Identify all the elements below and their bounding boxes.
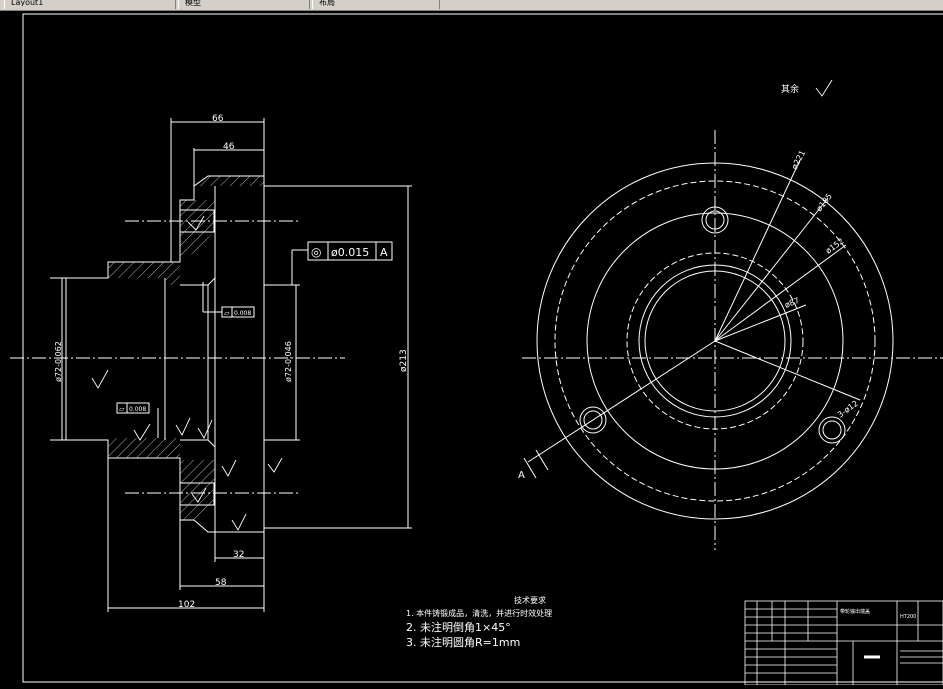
front-dimensions: ø221 ø185 ø152 ø87 3-ø12 A (518, 149, 860, 481)
hatch-body-top (108, 262, 180, 285)
tab-label: 模型 (185, 0, 201, 6)
dim-dia72-left: ø72-0.062 (54, 341, 63, 382)
roughness-note: 其余 (781, 83, 799, 95)
flatness-frame-1: ⏥ 0.008 (221, 306, 255, 318)
tech-line-2: 2. 未注明倒角1×45° (406, 620, 511, 634)
concentricity-icon: ◎ (311, 245, 321, 259)
title-block-text: 带轮输出端盖 HT200 (840, 608, 916, 620)
tolerance-frame: ◎ ø0.015 A (307, 241, 393, 261)
section-dimensions: 66 46 32 58 102 ø213 ø72-0.062 ø72-0.046 (54, 114, 409, 610)
part-outline (61, 175, 265, 533)
tolerance-datum: A (380, 246, 388, 259)
tab-label: 布局 (319, 0, 335, 6)
layout-tab-bar: Layout1 模型 布局 (0, 0, 943, 11)
dim-32: 32 (233, 550, 244, 560)
hatch-flange-mid (180, 200, 215, 262)
dim-66: 66 (212, 114, 224, 124)
tech-line-1: 1. 本件铸锻成品，清洗，并进行时效处理 (406, 608, 552, 618)
tab-model[interactable]: 模型 (178, 0, 310, 9)
bolt-hole-right-inner (822, 420, 842, 440)
tech-line-3: 3. 未注明圆角R=1mm (406, 635, 520, 649)
flatness-value: 0.008 (234, 310, 251, 317)
drawing-border (22, 13, 943, 683)
dim-dia72-right: ø72-0.046 (284, 341, 293, 382)
flatness-value: 0.008 (129, 406, 146, 413)
part-name: 带轮输出端盖 (840, 608, 870, 615)
tab-label: Layout1 (11, 0, 44, 6)
roughness-other-icon (815, 79, 833, 97)
drawing-canvas[interactable]: 66 46 32 58 102 ø213 ø72-0.062 ø72-0.046… (0, 11, 943, 686)
section-view (10, 118, 412, 612)
dim-dia213: ø213 (399, 349, 409, 372)
tolerance-value: ø0.015 (331, 246, 369, 259)
flatness-icon: ⏥ (119, 405, 125, 413)
cad-window: Layout1 模型 布局 66 46 32 58 102 ø213 ø72-0… (0, 0, 943, 686)
material: HT200 (900, 614, 916, 620)
tab-layout1[interactable]: Layout1 (4, 0, 176, 9)
flatness-frame-2: ⏥ 0.008 (116, 402, 150, 414)
dim-holes: 3-ø12 (836, 399, 860, 420)
hatch-flange-top (194, 176, 264, 186)
chamfer-top (207, 277, 216, 286)
dim-dia221: ø221 (790, 149, 807, 171)
chamfer-bottom (207, 439, 216, 448)
front-view (522, 130, 943, 550)
tech-title: 技术要求 (514, 595, 546, 605)
dim-102: 102 (178, 600, 195, 610)
dim-58: 58 (215, 578, 227, 588)
technical-requirements: 技术要求 1. 本件铸锻成品，清洗，并进行时效处理 2. 未注明倒角1×45° … (406, 595, 552, 649)
hatch-flange-bottom (180, 460, 215, 520)
hatch-body-bottom (108, 438, 180, 458)
drawing-svg: 66 46 32 58 102 ø213 ø72-0.062 ø72-0.046… (10, 13, 943, 686)
section-label: A (518, 470, 525, 481)
flatness-icon: ⏥ (224, 309, 230, 317)
tab-layout2[interactable]: 布局 (312, 0, 440, 9)
dim-46: 46 (223, 142, 235, 152)
